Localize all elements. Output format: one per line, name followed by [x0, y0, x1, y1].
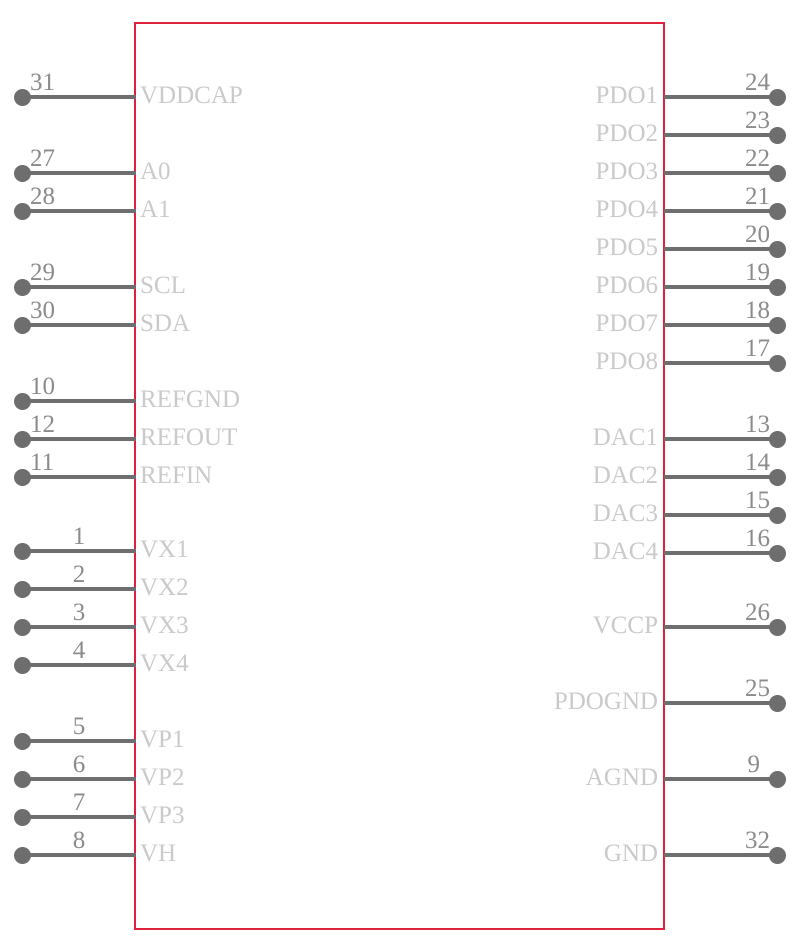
- pin-name-label: AGND: [585, 764, 658, 791]
- pin-name-label: PDO1: [595, 82, 658, 109]
- pin-name-label: PDO3: [595, 158, 658, 185]
- pin-name-label: DAC4: [592, 538, 658, 565]
- pin-number-label: 19: [745, 259, 770, 286]
- pin-number-label: 32: [745, 827, 770, 854]
- pin-name-label: PDO2: [595, 120, 658, 147]
- pin-number-label: 2: [72, 561, 86, 588]
- pin-name-label: VX2: [140, 574, 189, 601]
- pin-name-label: PDOGND: [553, 688, 658, 715]
- pin-name-label: VP1: [140, 726, 185, 753]
- pin-name-label: VX4: [140, 650, 189, 677]
- pin-name-label: PDO7: [595, 310, 658, 337]
- pin-name-label: DAC1: [592, 424, 658, 451]
- pin-number-label: 14: [745, 449, 770, 476]
- pin-name-label: PDO6: [595, 272, 658, 299]
- pin-name-label: DAC2: [592, 462, 658, 489]
- pin-number-label: 9: [747, 751, 761, 778]
- pin-name-label: VCCP: [592, 612, 658, 639]
- pin-number-label: 26: [745, 599, 770, 626]
- pin-number-label: 4: [72, 637, 86, 664]
- pin-number-label: 16: [745, 525, 770, 552]
- pin-name-label: REFGND: [140, 386, 241, 413]
- pin-name-label: DAC3: [592, 500, 658, 527]
- pin-name-label: PDO4: [595, 196, 658, 223]
- pin-number-label: 7: [72, 789, 86, 816]
- schematic-symbol-canvas: 31 VDDCAP 27 A0 28 A1 29 SCL 30 SDA 10 REFGND 12 REFO…: [0, 0, 800, 952]
- pin-number-label: 24: [745, 69, 770, 96]
- pin-number-label: 13: [745, 411, 770, 438]
- pin-lead-line: [664, 777, 778, 781]
- pin-number-label: 17: [745, 335, 770, 362]
- pin-number-label: 21: [745, 183, 770, 210]
- pin-number-label: 10: [30, 373, 55, 400]
- pin-number-label: 18: [745, 297, 770, 324]
- pin-number-label: 5: [72, 713, 86, 740]
- pin-name-label: PDO8: [595, 348, 658, 375]
- pin-number-label: 22: [745, 145, 770, 172]
- pin-number-label: 20: [745, 221, 770, 248]
- pin-number-label: 15: [745, 487, 770, 514]
- pin-number-label: 25: [745, 675, 770, 702]
- pin-name-label: GND: [603, 840, 658, 867]
- pin-name-label: VP3: [140, 802, 185, 829]
- pin-number-label: 23: [745, 107, 770, 134]
- pin-name-label: PDO5: [595, 234, 658, 261]
